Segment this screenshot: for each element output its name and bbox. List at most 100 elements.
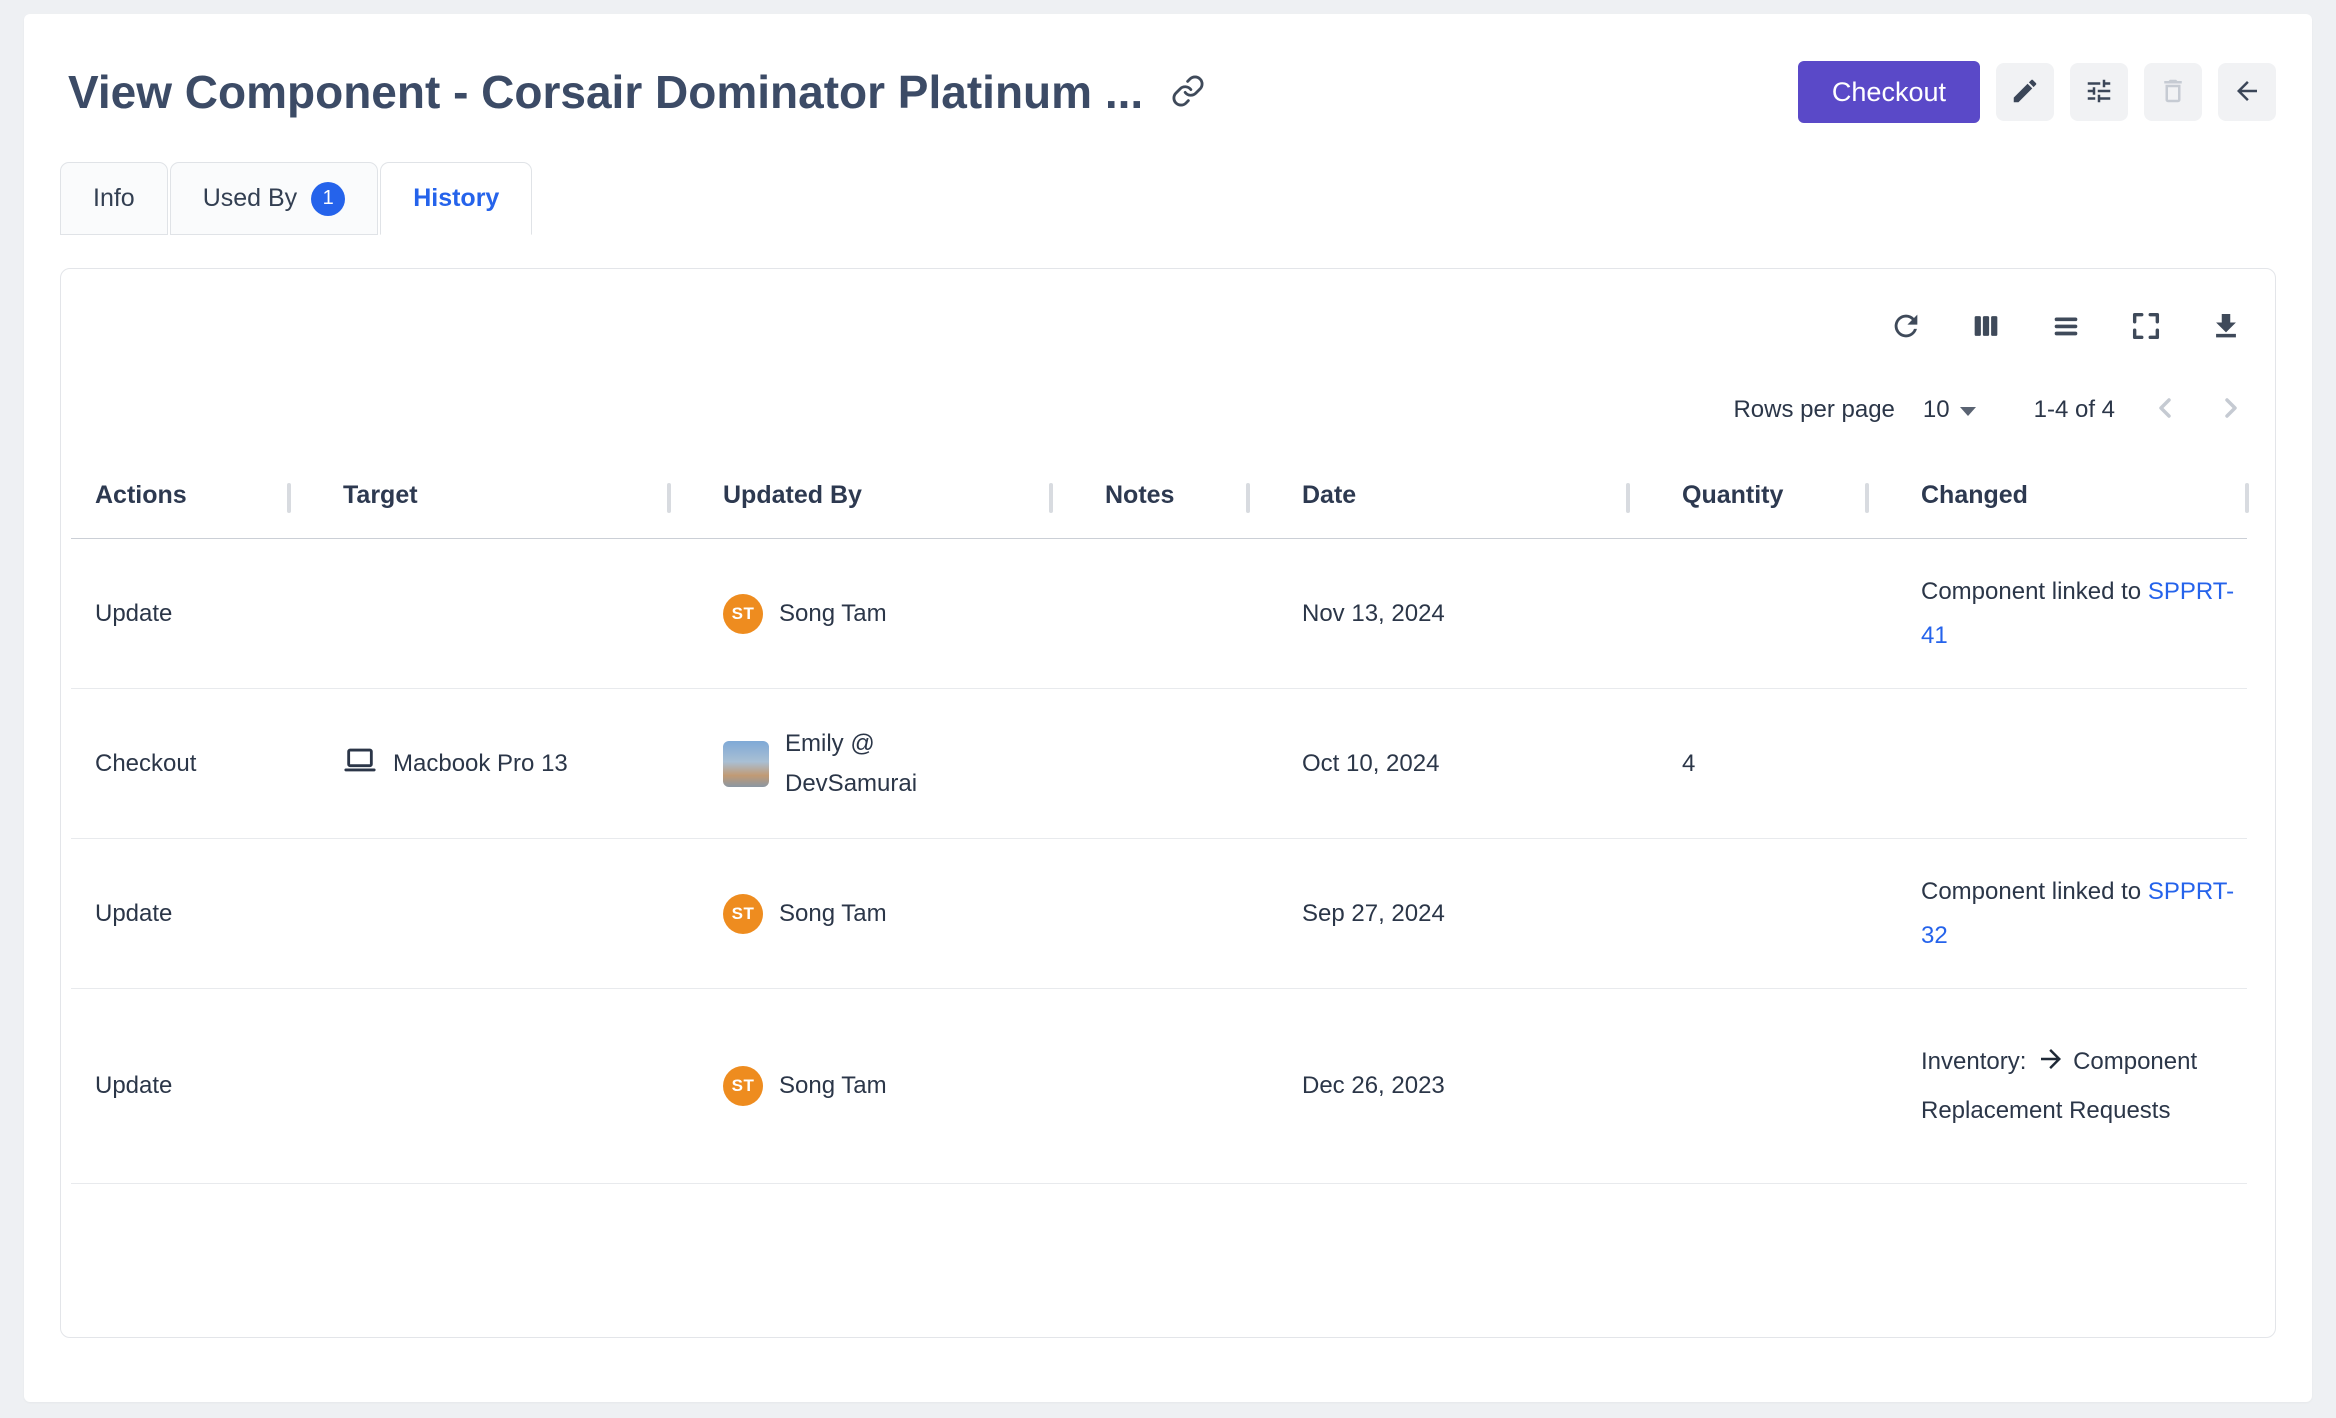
pencil-icon bbox=[2010, 76, 2040, 109]
action-cell: Update bbox=[71, 539, 289, 689]
changed-cell: Component linked to SPPRT-32 bbox=[1867, 839, 2247, 989]
tab-info[interactable]: Info bbox=[60, 162, 168, 235]
trash-icon bbox=[2158, 76, 2188, 109]
header-actions: Checkout bbox=[1798, 61, 2276, 123]
table-row: Update ST Song Tam Dec 26, 2023 Inventor… bbox=[71, 989, 2247, 1184]
updated-by-name: Song Tam bbox=[779, 900, 887, 928]
column-header-notes[interactable]: Notes bbox=[1051, 481, 1248, 539]
avatar: ST bbox=[723, 594, 763, 634]
laptop-icon bbox=[343, 743, 377, 784]
quantity-cell bbox=[1628, 539, 1867, 689]
date-cell: Nov 13, 2024 bbox=[1248, 539, 1628, 689]
copy-link-button[interactable] bbox=[1171, 74, 1205, 111]
table-row: Checkout Macbook Pro 13 Emily @ DevSam bbox=[71, 689, 2247, 839]
columns-button[interactable] bbox=[1969, 309, 2003, 346]
notes-cell bbox=[1051, 689, 1248, 839]
target-cell bbox=[289, 839, 669, 989]
date-cell: Dec 26, 2023 bbox=[1248, 989, 1628, 1184]
chevron-down-icon bbox=[1960, 407, 1976, 416]
target-cell bbox=[289, 989, 669, 1184]
quantity-cell: 4 bbox=[1628, 689, 1867, 839]
target-cell bbox=[289, 539, 669, 689]
tab-history-label: History bbox=[413, 184, 499, 213]
column-header-quantity[interactable]: Quantity bbox=[1628, 481, 1867, 539]
history-panel: Rows per page 10 1-4 of 4 bbox=[60, 268, 2276, 1338]
arrow-right-icon bbox=[2036, 1044, 2066, 1089]
page-header: View Component - Corsair Dominator Plati… bbox=[60, 14, 2276, 124]
page-title: View Component - Corsair Dominator Plati… bbox=[68, 60, 1143, 124]
refresh-button[interactable] bbox=[1889, 309, 1923, 346]
updated-by-cell: ST Song Tam bbox=[669, 839, 1051, 989]
delete-button[interactable] bbox=[2144, 63, 2202, 121]
updated-by-cell: ST Song Tam bbox=[669, 989, 1051, 1184]
changed-cell bbox=[1867, 689, 2247, 839]
avatar: ST bbox=[723, 1066, 763, 1106]
avatar bbox=[723, 741, 769, 787]
pagination-bar: Rows per page 10 1-4 of 4 bbox=[61, 346, 2275, 427]
tab-info-label: Info bbox=[93, 184, 135, 213]
rows-per-page-value: 10 bbox=[1923, 396, 1950, 424]
column-header-updated-by[interactable]: Updated By bbox=[669, 481, 1051, 539]
quantity-cell bbox=[1628, 839, 1867, 989]
avatar: ST bbox=[723, 894, 763, 934]
updated-by-name: Emily @ DevSamurai bbox=[785, 724, 945, 804]
column-header-changed[interactable]: Changed bbox=[1867, 481, 2247, 539]
updated-by-cell: ST Song Tam bbox=[669, 539, 1051, 689]
column-header-actions[interactable]: Actions bbox=[71, 481, 289, 539]
checkout-button[interactable]: Checkout bbox=[1798, 61, 1980, 123]
target-cell: Macbook Pro 13 bbox=[289, 689, 669, 839]
density-button[interactable] bbox=[2049, 309, 2083, 346]
target-name: Macbook Pro 13 bbox=[393, 750, 568, 778]
sliders-icon bbox=[2084, 76, 2114, 109]
page-card: View Component - Corsair Dominator Plati… bbox=[24, 14, 2312, 1402]
tab-used-by-label: Used By bbox=[203, 184, 297, 213]
table-toolbar bbox=[61, 269, 2275, 346]
action-cell: Update bbox=[71, 839, 289, 989]
arrow-left-icon bbox=[2232, 76, 2262, 109]
download-button[interactable] bbox=[2209, 309, 2243, 346]
notes-cell bbox=[1051, 839, 1248, 989]
customize-button[interactable] bbox=[2070, 63, 2128, 121]
refresh-icon bbox=[1889, 309, 1923, 346]
changed-cell: Component linked to SPPRT-41 bbox=[1867, 539, 2247, 689]
column-header-date[interactable]: Date bbox=[1248, 481, 1628, 539]
date-cell: Oct 10, 2024 bbox=[1248, 689, 1628, 839]
chevron-right-icon bbox=[2215, 392, 2247, 427]
notes-cell bbox=[1051, 989, 1248, 1184]
table-row: Update ST Song Tam Sep 27, 2024 Componen… bbox=[71, 839, 2247, 989]
fullscreen-button[interactable] bbox=[2129, 309, 2163, 346]
rows-per-page-select[interactable]: 10 bbox=[1917, 395, 1982, 425]
changed-prefix: Inventory: bbox=[1921, 1048, 2026, 1075]
updated-by-cell: Emily @ DevSamurai bbox=[669, 689, 1051, 839]
notes-cell bbox=[1051, 539, 1248, 689]
rows-per-page-label: Rows per page bbox=[1733, 396, 1894, 424]
changed-text: Component linked to bbox=[1921, 878, 2141, 905]
used-by-count-badge: 1 bbox=[311, 182, 345, 216]
edit-button[interactable] bbox=[1996, 63, 2054, 121]
pagination-range: 1-4 of 4 bbox=[2034, 396, 2115, 424]
action-cell: Checkout bbox=[71, 689, 289, 839]
density-lines-icon bbox=[2049, 309, 2083, 346]
quantity-cell bbox=[1628, 989, 1867, 1184]
table-header-row: Actions Target Updated By Notes Date Qua… bbox=[71, 481, 2247, 539]
updated-by-name: Song Tam bbox=[779, 1072, 887, 1100]
next-page-button[interactable] bbox=[2215, 392, 2247, 427]
previous-page-button[interactable] bbox=[2149, 392, 2181, 427]
column-header-target[interactable]: Target bbox=[289, 481, 669, 539]
tab-used-by[interactable]: Used By 1 bbox=[170, 162, 378, 235]
table-row: Update ST Song Tam Nov 13, 2024 Componen… bbox=[71, 539, 2247, 689]
history-table: Actions Target Updated By Notes Date Qua… bbox=[71, 481, 2247, 1184]
download-icon bbox=[2209, 309, 2243, 346]
action-cell: Update bbox=[71, 989, 289, 1184]
tab-history[interactable]: History bbox=[380, 162, 532, 235]
changed-text: Component linked to bbox=[1921, 578, 2141, 605]
date-cell: Sep 27, 2024 bbox=[1248, 839, 1628, 989]
back-button[interactable] bbox=[2218, 63, 2276, 121]
fullscreen-icon bbox=[2129, 309, 2163, 346]
changed-cell: Inventory: Component Replacement Request… bbox=[1867, 989, 2247, 1184]
tab-bar: Info Used By 1 History bbox=[60, 162, 2276, 235]
columns-icon bbox=[1969, 309, 2003, 346]
link-icon bbox=[1171, 74, 1205, 111]
chevron-left-icon bbox=[2149, 392, 2181, 427]
updated-by-name: Song Tam bbox=[779, 600, 887, 628]
